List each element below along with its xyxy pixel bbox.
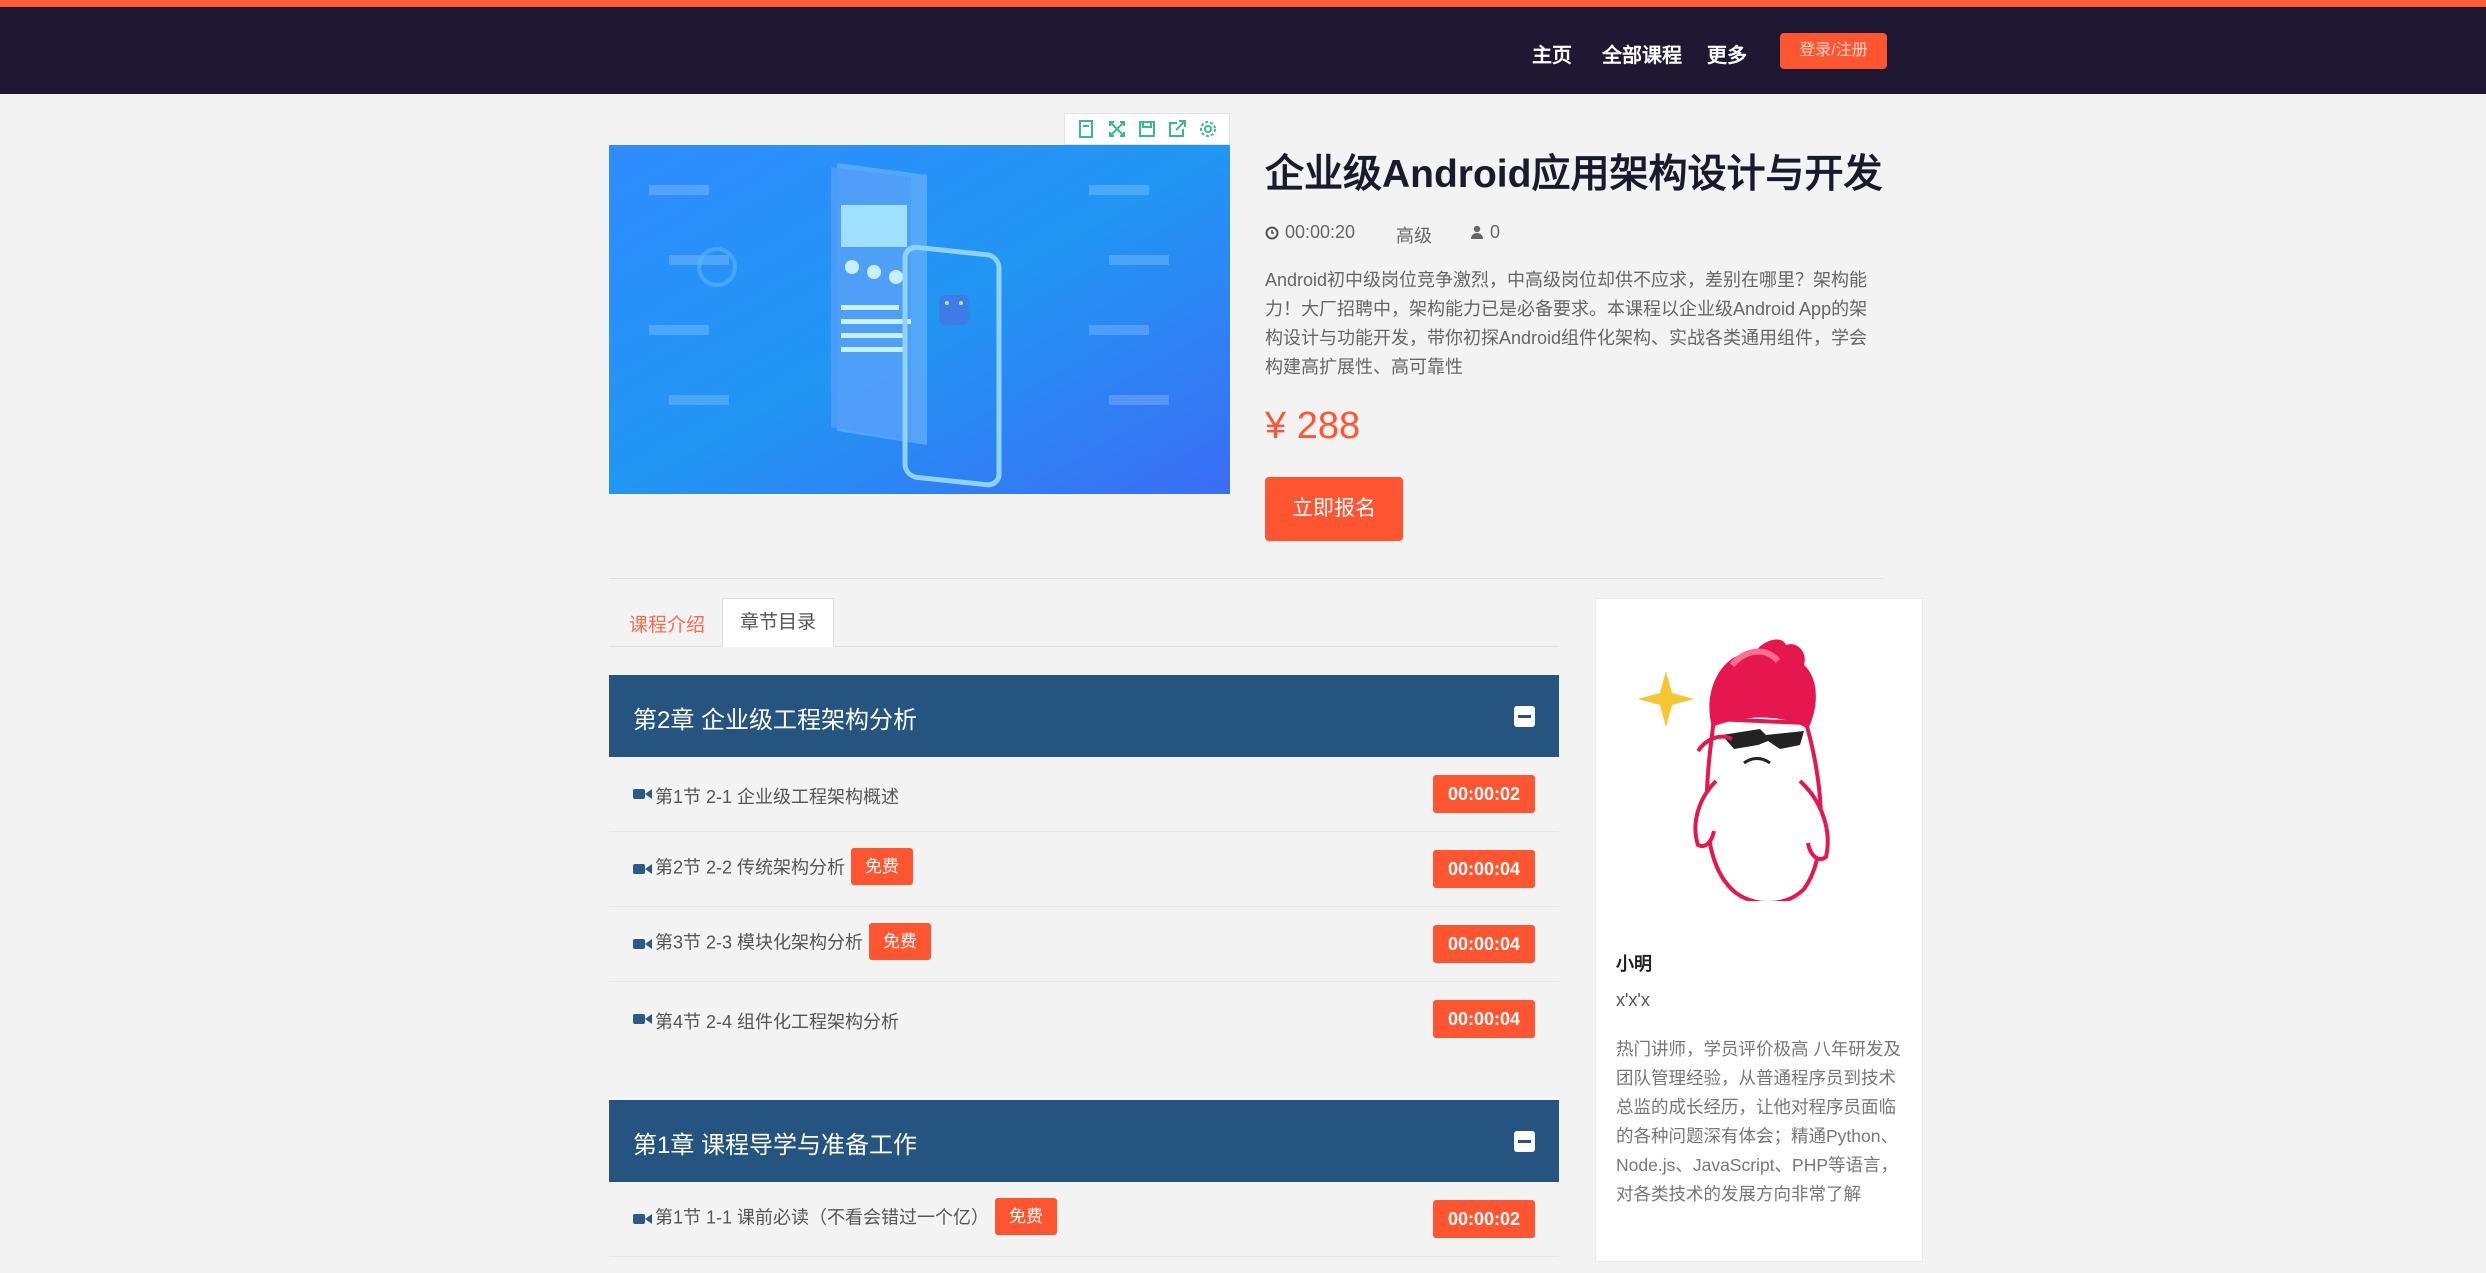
share-icon[interactable]	[1165, 117, 1189, 141]
navbar: 主页 全部课程 更多 登录/注册	[0, 7, 2486, 94]
video-camera-icon	[633, 1014, 652, 1024]
lesson-row[interactable]: 第3节 2-3 模块化架构分析 免费 00:00:04	[609, 907, 1559, 982]
free-badge: 免费	[851, 848, 914, 885]
settings-icon[interactable]	[1196, 117, 1220, 141]
teacher-bio: 热门讲师，学员评价极高 八年研发及团队管理经验，从普通程序员到技术总监的成长经历…	[1616, 1039, 1901, 1204]
user-icon	[1471, 225, 1483, 239]
course-price: ¥ 288	[1265, 405, 1361, 447]
login-register-button[interactable]: 登录/注册	[1780, 33, 1887, 69]
lesson-duration: 00:00:02	[1433, 775, 1535, 813]
free-badge: 免费	[869, 923, 932, 960]
lesson-title-text: 第1节 2-1 企业级工程架构概述	[655, 787, 900, 807]
clock-icon	[1265, 226, 1279, 239]
course-duration-value: 00:00:20	[1285, 222, 1356, 242]
media-toolbar	[1064, 113, 1230, 145]
bookmark-icon[interactable]	[1074, 117, 1098, 141]
lesson-duration: 00:00:04	[1433, 1000, 1535, 1038]
save-icon[interactable]	[1135, 117, 1159, 141]
lesson-duration: 00:00:04	[1433, 850, 1535, 888]
teacher-subtitle: x'x'x	[1616, 990, 1650, 1010]
course-description: Android初中级岗位竞争激烈，中高级岗位却供不应求，差别在哪里？架构能力！大…	[1265, 270, 1868, 377]
lesson-title: 第4节 2-4 组件化工程架构分析	[655, 1008, 899, 1034]
video-camera-icon	[633, 864, 652, 874]
lesson-row[interactable]: 第1节 2-1 企业级工程架构概述 00:00:02	[609, 757, 1559, 832]
course-cover-image	[609, 145, 1230, 494]
lesson-duration: 00:00:02	[1433, 1200, 1535, 1238]
teacher-avatar	[1638, 639, 1830, 901]
chapter-header[interactable]: 第1章 课程导学与准备工作	[609, 1100, 1559, 1182]
fullscreen-icon[interactable]	[1105, 117, 1129, 141]
nav-all-courses[interactable]: 全部课程	[1602, 39, 1682, 68]
course-students: 0	[1470, 222, 1500, 243]
lesson-title: 第3节 2-3 模块化架构分析 免费	[655, 923, 932, 962]
lesson-title: 第1节 1-1 课前必读（不看会错过一个亿） 免费	[655, 1198, 1058, 1237]
section-divider	[609, 578, 1884, 579]
lesson-title: 第1节 2-1 企业级工程架构概述	[655, 783, 899, 809]
collapse-icon[interactable]	[1514, 1131, 1535, 1152]
lesson-title: 第2节 2-2 传统架构分析 免费	[655, 848, 914, 887]
lesson-row[interactable]: 第1节 1-1 课前必读（不看会错过一个亿） 免费 00:00:02	[609, 1182, 1559, 1257]
chapter-title: 第1章 课程导学与准备工作	[633, 1132, 918, 1159]
lesson-title-text: 第2节 2-2 传统架构分析	[655, 857, 846, 878]
lesson-title-text: 第1节 1-1 课前必读（不看会错过一个亿）	[655, 1207, 990, 1228]
chapter-header[interactable]: 第2章 企业级工程架构分析	[609, 675, 1559, 757]
free-badge: 免费	[995, 1198, 1058, 1235]
course-duration: 00:00:20	[1265, 222, 1355, 243]
video-camera-icon	[633, 939, 652, 949]
nav-home[interactable]: 主页	[1532, 39, 1572, 68]
chapter-title: 第2章 企业级工程架构分析	[633, 707, 918, 734]
lesson-title-text: 第3节 2-3 模块化架构分析	[655, 932, 864, 953]
lesson-row[interactable]: 第4节 2-4 组件化工程架构分析 00:00:04	[609, 982, 1559, 1057]
teacher-card: 小明 x'x'x 热门讲师，学员评价极高 八年研发及团队管理经验，从普通程序员到…	[1595, 598, 1923, 1262]
course-level: 高级	[1396, 226, 1432, 246]
tab-course-intro[interactable]: 课程介绍	[629, 610, 705, 637]
nav-more[interactable]: 更多	[1707, 39, 1747, 68]
course-students-count: 0	[1490, 222, 1501, 242]
lesson-row[interactable]: 第2节 2-2 传统架构分析 免费 00:00:04	[609, 832, 1559, 907]
video-camera-icon	[633, 789, 652, 799]
lesson-duration: 00:00:04	[1433, 925, 1535, 963]
teacher-name: 小明	[1616, 954, 1652, 974]
collapse-icon[interactable]	[1514, 706, 1535, 727]
course-title: 企业级Android应用架构设计与开发	[1265, 153, 1883, 196]
enroll-button[interactable]: 立即报名	[1265, 477, 1403, 541]
tab-chapter-list[interactable]: 章节目录	[722, 598, 834, 647]
video-camera-icon	[633, 1214, 652, 1224]
top-accent-line	[0, 0, 2486, 7]
lesson-title-text: 第4节 2-4 组件化工程架构分析	[655, 1012, 900, 1032]
